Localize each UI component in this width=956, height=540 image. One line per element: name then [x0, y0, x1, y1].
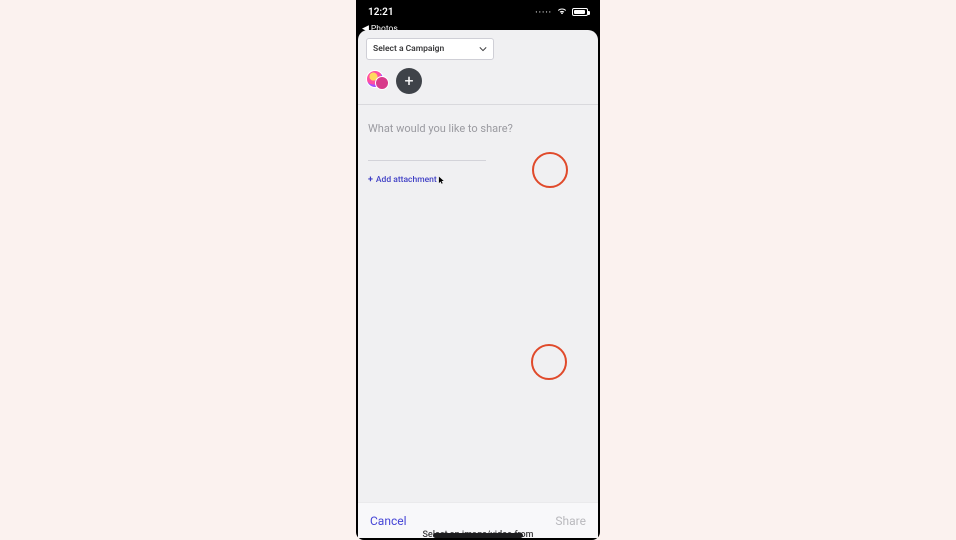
avatar	[375, 76, 389, 90]
add-attachment-button[interactable]: + Add attachment	[368, 175, 588, 185]
compose-area: + Add attachment	[358, 105, 598, 502]
home-indicator[interactable]	[433, 533, 523, 538]
phone-frame: 12:21 ····· ◀ Photos Select a Campaign	[356, 0, 600, 540]
share-text-input[interactable]	[368, 122, 588, 135]
add-account-button[interactable]: +	[396, 68, 422, 94]
campaign-select-dropdown[interactable]: Select a Campaign	[366, 38, 494, 60]
campaign-select-label: Select a Campaign	[373, 44, 444, 54]
top-controls: Select a Campaign	[358, 30, 598, 66]
plus-icon: +	[368, 175, 373, 185]
share-sheet: Select a Campaign + + Add attachment	[358, 30, 598, 538]
add-attachment-label: Add attachment	[376, 175, 437, 185]
wifi-icon	[556, 6, 568, 18]
avatar-stack[interactable]	[366, 70, 392, 92]
plus-icon: +	[404, 73, 413, 89]
status-right: ·····	[535, 6, 588, 18]
cellular-signal-icon: ·····	[535, 8, 552, 17]
mouse-cursor-icon	[438, 176, 445, 185]
chevron-down-icon	[479, 45, 487, 53]
avatars-row: +	[358, 66, 598, 104]
share-button[interactable]: Share	[555, 514, 586, 528]
input-underline	[368, 160, 486, 161]
battery-icon	[572, 8, 588, 16]
status-bar: 12:21 ·····	[356, 0, 600, 24]
cancel-button[interactable]: Cancel	[370, 514, 407, 528]
status-time: 12:21	[368, 7, 394, 18]
